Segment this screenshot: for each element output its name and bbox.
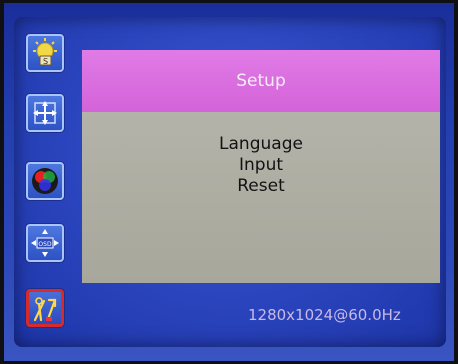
menu-item-language[interactable]: Language <box>82 134 440 155</box>
panel-body: Language Input Reset <box>82 112 440 283</box>
svg-text:S: S <box>43 57 48 66</box>
position-menu-button[interactable] <box>26 94 64 132</box>
panel-title: Setup <box>82 50 440 112</box>
svg-text:OSD: OSD <box>38 241 52 248</box>
color-icon <box>32 168 58 194</box>
color-menu-button[interactable] <box>26 162 64 200</box>
setup-menu-button[interactable] <box>26 289 64 327</box>
menu-item-input[interactable]: Input <box>82 155 440 176</box>
osd-position-menu-button[interactable]: OSD <box>26 224 64 262</box>
menu-item-reset[interactable]: Reset <box>82 176 440 197</box>
setup-tools-icon <box>33 297 57 322</box>
position-icon <box>33 101 57 125</box>
resolution-readout: 1280x1024@60.0Hz <box>248 306 401 324</box>
brightness-menu-button[interactable]: S <box>26 34 64 72</box>
setup-panel: Setup Language Input Reset <box>82 50 440 283</box>
osd-position-icon: OSD <box>31 229 59 257</box>
brightness-icon: S <box>33 38 57 66</box>
setup-menu-list: Language Input Reset <box>82 134 440 197</box>
